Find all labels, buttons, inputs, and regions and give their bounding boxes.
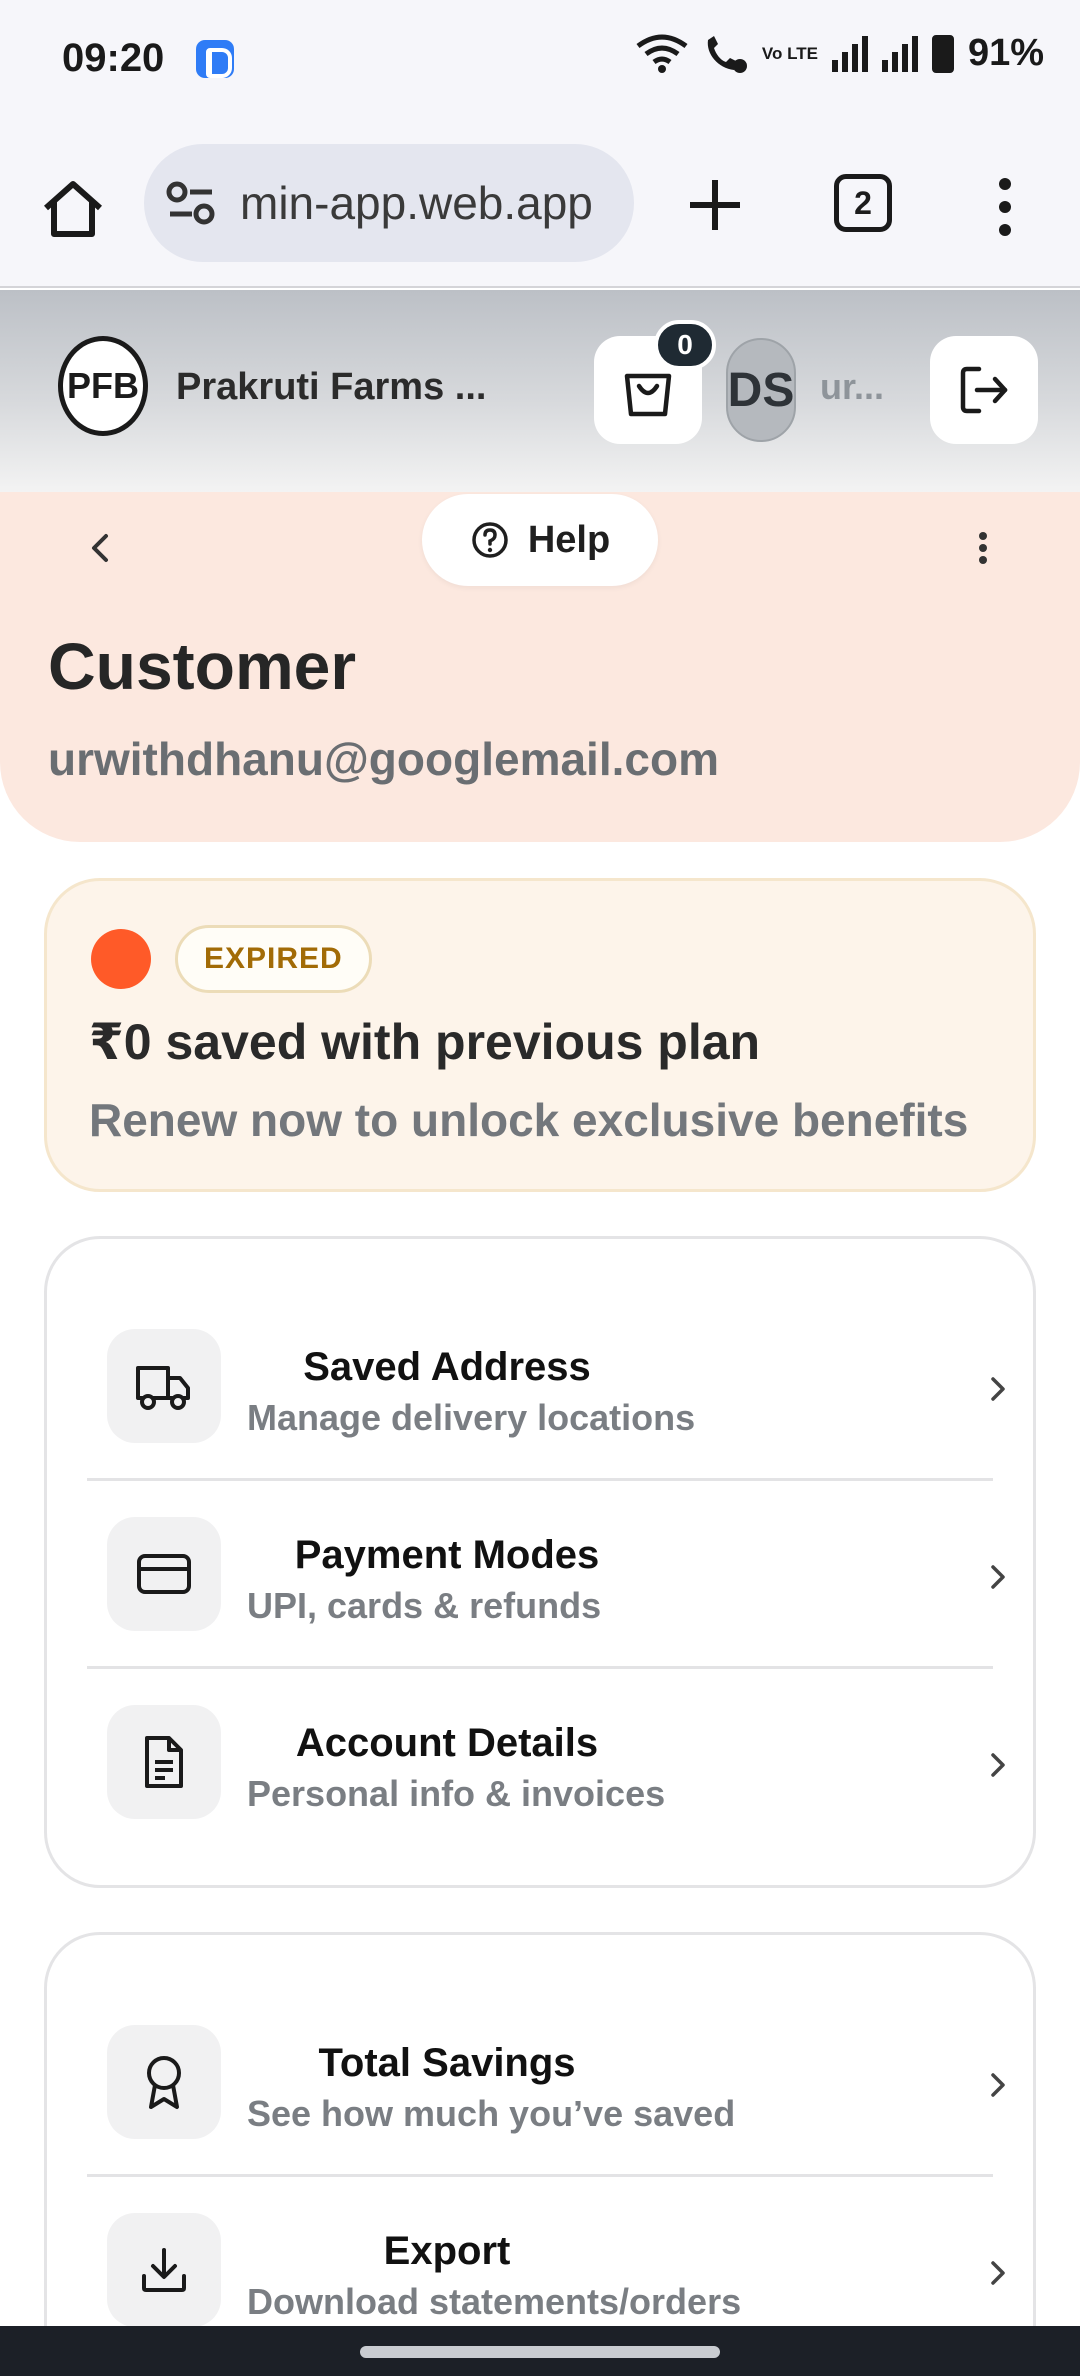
signal-icon	[831, 35, 868, 72]
renew-text: Renew now to unlock exclusive benefits	[89, 1094, 969, 1146]
profile-header: Help Customer urwithdhanu@googlemail.com	[0, 492, 1080, 842]
logout-icon	[960, 366, 1008, 414]
truck-icon-box	[107, 1329, 221, 1443]
menu-item-subtitle: Personal info & invoices	[247, 1773, 666, 1814]
system-nav-bar	[0, 2326, 1080, 2376]
wifi-call-icon	[707, 35, 747, 73]
battery-percent: 91%	[967, 32, 1044, 74]
battery-icon	[931, 34, 954, 73]
chevron-right-icon	[991, 1565, 1005, 1589]
username-label[interactable]: ur...	[820, 366, 884, 408]
back-chevron-icon[interactable]	[80, 518, 120, 578]
help-circle-icon	[472, 522, 508, 558]
download-icon-box	[107, 2213, 221, 2327]
document-icon-box	[107, 1705, 221, 1819]
browser-menu-icon[interactable]	[990, 172, 1020, 242]
status-badge: EXPIRED	[175, 925, 372, 993]
address-bar[interactable]: min-app.web.app	[144, 144, 634, 262]
account-menu-card: Saved Address Manage delivery locations …	[44, 1236, 1036, 1888]
wifi-icon	[636, 34, 688, 73]
menu-item-title: Saved Address	[303, 1345, 591, 1389]
site-settings-icon[interactable]	[166, 180, 216, 226]
status-indicators: Vo LTE 91%	[636, 32, 1044, 75]
volte-indicator: Vo LTE	[761, 44, 818, 63]
status-dot	[91, 929, 151, 989]
page-title: Customer	[48, 629, 357, 703]
home-icon[interactable]	[38, 174, 108, 244]
truck-icon	[136, 1366, 190, 1410]
shopping-bag-icon	[624, 373, 672, 417]
credit-card-icon	[137, 1554, 191, 1594]
chevron-right-icon	[991, 1753, 1005, 1777]
status-time: 09:20	[62, 36, 165, 80]
membership-card[interactable]: EXPIRED ₹0 saved with previous plan Rene…	[44, 878, 1036, 1192]
chevron-right-icon	[991, 2261, 1005, 2285]
menu-item-subtitle: Download statements/orders	[247, 2281, 742, 2322]
menu-item-payment-modes[interactable]: Payment Modes UPI, cards & refunds	[87, 1481, 1005, 1669]
credit-card-icon-box	[107, 1517, 221, 1631]
help-label: Help	[527, 518, 611, 561]
menu-item-title: Export	[383, 2229, 511, 2273]
menu-item-title: Payment Modes	[294, 1533, 600, 1577]
menu-item-total-savings[interactable]: Total Savings See how much you’ve saved	[87, 1989, 1005, 2177]
url-text[interactable]: min-app.web.app	[240, 176, 593, 230]
status-bar: 09:20 Vo LTE 91%	[0, 0, 1080, 118]
menu-item-account-details[interactable]: Account Details Personal info & invoices	[87, 1669, 1005, 1857]
new-tab-icon[interactable]	[680, 170, 750, 240]
help-button[interactable]: Help	[422, 494, 658, 586]
chevron-right-icon	[991, 2073, 1005, 2097]
brand-name: Prakruti Farms ...	[176, 366, 487, 408]
menu-item-title: Account Details	[295, 1721, 599, 1765]
signal-icon-2	[881, 35, 918, 72]
app-header: PFB Prakruti Farms ... 0 DS ur...	[0, 290, 1080, 492]
tab-switcher-button[interactable]: 2	[834, 174, 892, 232]
menu-item-subtitle: UPI, cards & refunds	[247, 1585, 602, 1626]
menu-item-subtitle: See how much you’ve saved	[247, 2093, 736, 2134]
avatar[interactable]: DS	[726, 338, 796, 442]
savings-text: ₹0 saved with previous plan	[89, 1014, 761, 1070]
browser-toolbar: min-app.web.app 2	[0, 118, 1080, 288]
customer-email: urwithdhanu@googlemail.com	[48, 733, 719, 785]
chevron-right-icon	[991, 1377, 1005, 1401]
logout-button[interactable]	[930, 336, 1038, 444]
award-icon	[147, 2056, 181, 2109]
award-icon-box	[107, 2025, 221, 2139]
download-icon	[142, 2248, 186, 2292]
brand-logo[interactable]: PFB	[58, 336, 148, 436]
savings-menu-card: Total Savings See how much you’ve saved …	[44, 1932, 1036, 2376]
app-notification-icon	[196, 40, 234, 78]
menu-item-title: Total Savings	[318, 2041, 576, 2085]
cart-count-badge: 0	[654, 320, 716, 370]
more-options-icon[interactable]	[968, 518, 998, 578]
gesture-handle[interactable]	[360, 2346, 720, 2358]
menu-item-saved-address[interactable]: Saved Address Manage delivery locations	[87, 1293, 1005, 1481]
document-icon	[145, 1736, 183, 1788]
menu-item-subtitle: Manage delivery locations	[247, 1397, 696, 1438]
